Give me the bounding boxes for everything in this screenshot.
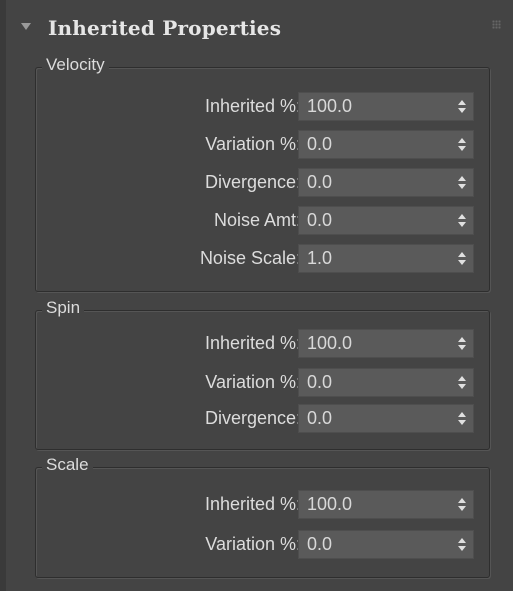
group-scale-label: Scale xyxy=(42,455,93,475)
spin-divergence-row: Divergence: 0.0 xyxy=(36,404,489,434)
field-label: Noise Scale: xyxy=(199,248,301,268)
spinner-value[interactable]: 0.0 xyxy=(307,372,332,393)
spinner-value[interactable]: 0.0 xyxy=(307,408,332,429)
scale-variation-row: Variation %: 0.0 xyxy=(36,530,489,560)
field-label: Divergence: xyxy=(204,172,301,192)
group-velocity: Velocity Inherited %: 100.0 Variation %:… xyxy=(35,55,490,292)
spinner-value[interactable]: 0.0 xyxy=(307,534,332,555)
inherited-properties-rollout: Inherited Properties Velocity Inherited … xyxy=(0,0,513,591)
spin-variation-row: Variation %: 0.0 xyxy=(36,368,489,398)
velocity-noise-amt-row: Noise Amt: 0.0 xyxy=(36,206,489,236)
spinner-arrows-icon[interactable] xyxy=(458,538,466,552)
field-label: Variation %: xyxy=(205,534,301,554)
field-label: Inherited %: xyxy=(204,333,301,353)
spinner-value[interactable]: 100.0 xyxy=(307,96,352,117)
spinner-arrows-icon[interactable] xyxy=(458,376,466,390)
spinner-arrows-icon[interactable] xyxy=(458,214,466,228)
field-label: Variation %: xyxy=(205,372,301,392)
spin-inherited-row: Inherited %: 100.0 xyxy=(36,329,489,359)
spinner-arrows-icon[interactable] xyxy=(458,138,466,152)
scale-variation-spinner[interactable]: 0.0 xyxy=(298,530,474,559)
velocity-divergence-row: Divergence: 0.0 xyxy=(36,168,489,198)
spinner-value[interactable]: 0.0 xyxy=(307,172,332,193)
spinner-value[interactable]: 0.0 xyxy=(307,134,332,155)
collapse-arrow-icon[interactable] xyxy=(21,23,31,30)
field-label: Divergence: xyxy=(204,408,301,428)
spinner-value[interactable]: 0.0 xyxy=(307,210,332,231)
velocity-inherited-row: Inherited %: 100.0 xyxy=(36,92,489,122)
spinner-arrows-icon[interactable] xyxy=(458,100,466,114)
group-spin: Spin Inherited %: 100.0 Variation %: 0.0… xyxy=(35,298,490,450)
field-label: Variation %: xyxy=(205,134,301,154)
velocity-noise-amt-spinner[interactable]: 0.0 xyxy=(298,206,474,235)
velocity-variation-spinner[interactable]: 0.0 xyxy=(298,130,474,159)
spinner-arrows-icon[interactable] xyxy=(458,337,466,351)
spinner-arrows-icon[interactable] xyxy=(458,412,466,426)
rollout-title: Inherited Properties xyxy=(48,16,282,40)
spinner-value[interactable]: 100.0 xyxy=(307,333,352,354)
field-label: Noise Amt: xyxy=(213,210,301,230)
drag-grip-icon[interactable] xyxy=(492,20,501,29)
spin-divergence-spinner[interactable]: 0.0 xyxy=(298,404,474,433)
scale-inherited-row: Inherited %: 100.0 xyxy=(36,490,489,520)
group-spin-label: Spin xyxy=(42,298,85,318)
field-label: Inherited %: xyxy=(204,96,301,116)
field-label: Inherited %: xyxy=(204,494,301,514)
group-velocity-label: Velocity xyxy=(42,55,109,75)
rollout-header[interactable]: Inherited Properties xyxy=(6,0,513,54)
spin-variation-spinner[interactable]: 0.0 xyxy=(298,368,474,397)
spinner-value[interactable]: 1.0 xyxy=(307,248,332,269)
spin-inherited-spinner[interactable]: 100.0 xyxy=(298,329,474,358)
spinner-value[interactable]: 100.0 xyxy=(307,494,352,515)
velocity-inherited-spinner[interactable]: 100.0 xyxy=(298,92,474,121)
scale-inherited-spinner[interactable]: 100.0 xyxy=(298,490,474,519)
spinner-arrows-icon[interactable] xyxy=(458,252,466,266)
spinner-arrows-icon[interactable] xyxy=(458,498,466,512)
velocity-divergence-spinner[interactable]: 0.0 xyxy=(298,168,474,197)
velocity-noise-scale-spinner[interactable]: 1.0 xyxy=(298,244,474,273)
group-scale: Scale Inherited %: 100.0 Variation %: 0.… xyxy=(35,455,490,578)
spinner-arrows-icon[interactable] xyxy=(458,176,466,190)
velocity-variation-row: Variation %: 0.0 xyxy=(36,130,489,160)
velocity-noise-scale-row: Noise Scale: 1.0 xyxy=(36,244,489,274)
